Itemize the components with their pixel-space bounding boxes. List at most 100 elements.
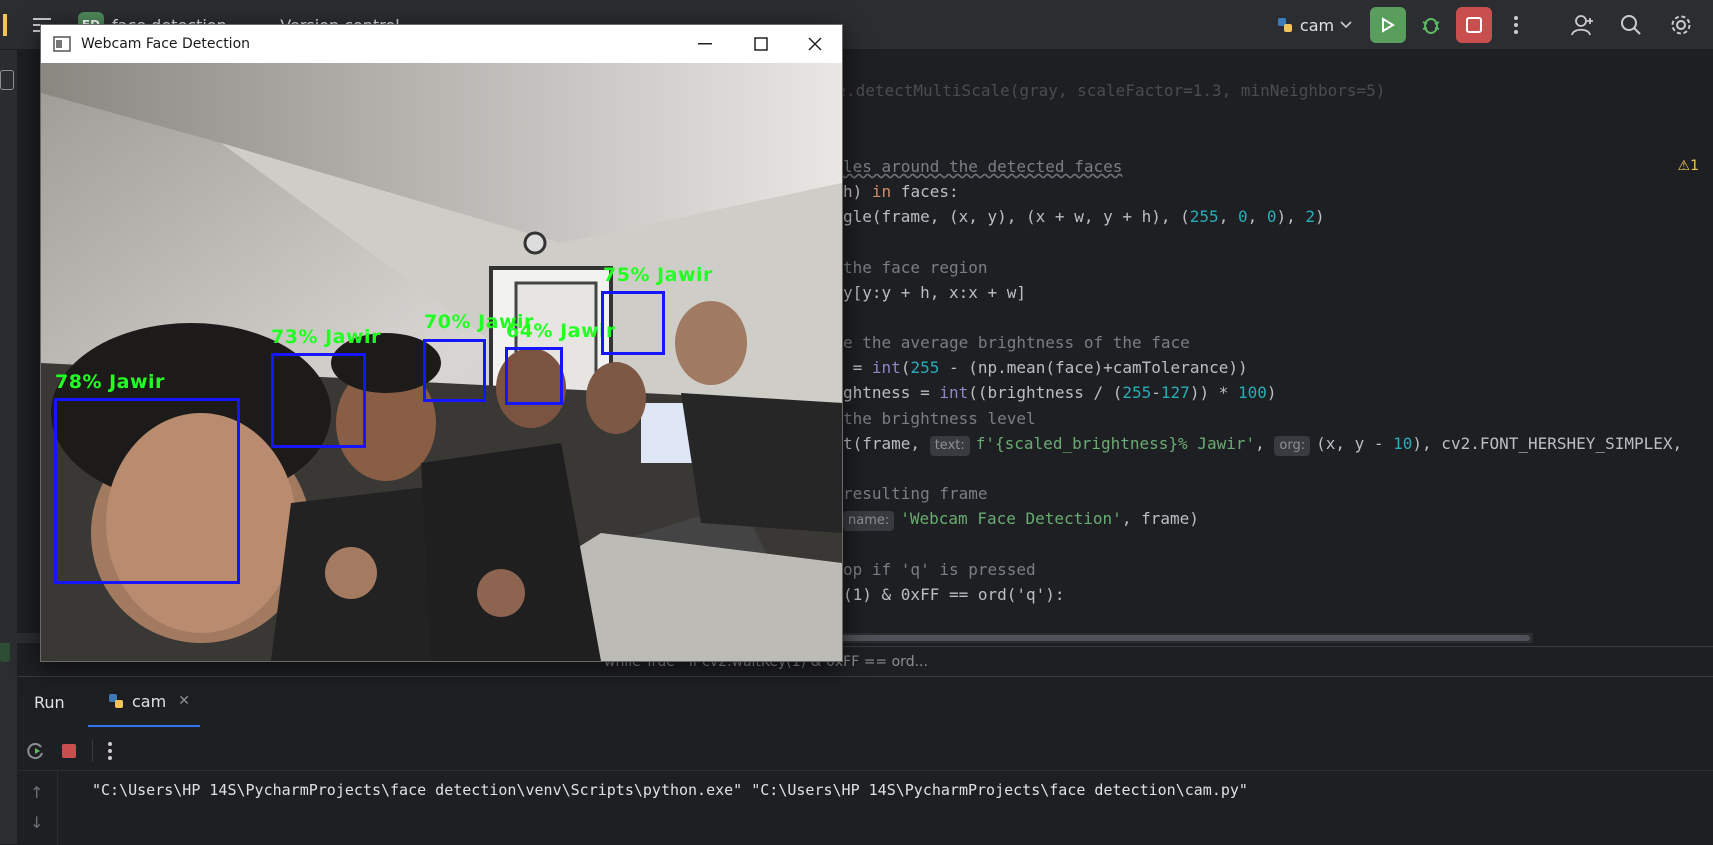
close-button[interactable] bbox=[787, 25, 843, 63]
webcam-window[interactable]: Webcam Face Detection 78% Jawir 73% Jawi… bbox=[40, 24, 843, 662]
face-brightness-label: 64% Jawir bbox=[506, 320, 616, 342]
scroll-down-arrow-icon[interactable]: ↓ bbox=[30, 813, 43, 832]
bug-icon bbox=[1422, 18, 1440, 34]
search-icon[interactable] bbox=[1616, 0, 1646, 50]
maximize-button[interactable] bbox=[733, 25, 789, 63]
face-brightness-label: 73% Jawir bbox=[271, 326, 381, 348]
code-line[interactable]: = int(255 - (np.mean(face)+camTolerance)… bbox=[843, 355, 1248, 381]
code-line[interactable]: les around the detected faces bbox=[843, 154, 1122, 180]
window-titlebar[interactable]: Webcam Face Detection bbox=[41, 25, 842, 63]
code-token: , bbox=[1255, 434, 1275, 453]
face-bounding-box bbox=[601, 291, 665, 355]
run-toolbar bbox=[18, 731, 1713, 771]
rerun-icon bbox=[1382, 17, 1395, 33]
accent-stripe bbox=[2, 0, 8, 50]
code-token: t(frame, bbox=[843, 434, 930, 453]
code-line[interactable]: name: 'Webcam Face Detection', frame) bbox=[843, 506, 1199, 532]
stop-icon bbox=[1466, 17, 1482, 33]
code-line[interactable]: ghtness = int((brightness / (255-127)) *… bbox=[843, 380, 1277, 406]
code-token: f'{scaled_brightness}% Jawir' bbox=[975, 434, 1256, 453]
run-config-selector[interactable]: cam bbox=[1272, 0, 1356, 50]
run-tool-window: Run cam ✕ ↑ ↓ "C:\Users\HP 14S\PycharmPr… bbox=[18, 676, 1713, 845]
face-bounding-box bbox=[505, 347, 563, 405]
parameter-hint: org: bbox=[1274, 436, 1311, 456]
debug-button[interactable] bbox=[1414, 0, 1448, 50]
add-user-icon[interactable] bbox=[1568, 0, 1598, 50]
face-brightness-label: 78% Jawir bbox=[55, 371, 165, 393]
code-token: les around the detected faces bbox=[843, 157, 1123, 176]
face-brightness-label: 75% Jawir bbox=[603, 264, 713, 286]
code-token: , bbox=[1247, 207, 1267, 226]
run-config-name: cam bbox=[1299, 15, 1335, 35]
console-output[interactable]: "C:\Users\HP 14S\PycharmProjects\face de… bbox=[68, 773, 1708, 843]
code-token: ( bbox=[900, 358, 911, 377]
code-line[interactable]: the brightness level bbox=[843, 406, 1036, 432]
code-token: ), bbox=[1276, 207, 1306, 226]
toolbar-divider bbox=[92, 739, 93, 762]
code-token: ) bbox=[1315, 207, 1325, 226]
code-token: int bbox=[939, 383, 969, 402]
code-token: = bbox=[843, 358, 872, 377]
code-token: 255 bbox=[1122, 383, 1152, 402]
code-token: e the average brightness of the face bbox=[843, 333, 1190, 352]
code-token: 'Webcam Face Detection' bbox=[900, 509, 1122, 528]
app-window-icon bbox=[53, 36, 71, 52]
code-line[interactable]: the face region bbox=[843, 255, 988, 281]
code-line[interactable]: h) in faces: bbox=[843, 179, 959, 205]
code-token: 2 bbox=[1305, 207, 1316, 226]
warning-count: 1 bbox=[1690, 158, 1699, 174]
code-token: 100 bbox=[1237, 383, 1267, 402]
code-token: )) * bbox=[1189, 383, 1238, 402]
code-line[interactable]: y[y:y + h, x:x + w] bbox=[843, 280, 1026, 306]
code-token: ghtness = bbox=[843, 383, 940, 402]
code-line[interactable]: resulting frame bbox=[843, 481, 988, 507]
code-line[interactable]: t(frame, text: f'{scaled_brightness}% Jaw… bbox=[843, 431, 1682, 457]
code-token: op if 'q' is pressed bbox=[843, 560, 1036, 579]
code-token: , bbox=[1218, 207, 1238, 226]
settings-gear-icon[interactable] bbox=[1666, 0, 1696, 50]
code-line[interactable]: e the average brightness of the face bbox=[843, 330, 1190, 356]
webcam-frame: 78% Jawir 73% Jawir 70% Jawir 64% Jawir 75% … bbox=[41, 63, 842, 661]
project-tool-icon[interactable] bbox=[0, 70, 14, 90]
close-tab-icon[interactable]: ✕ bbox=[178, 693, 190, 709]
left-tool-strip bbox=[0, 50, 18, 844]
scroll-up-arrow-icon[interactable]: ↑ bbox=[30, 783, 43, 802]
code-token: - bbox=[1151, 383, 1161, 402]
window-title: Webcam Face Detection bbox=[81, 36, 251, 52]
code-token: 0 bbox=[1237, 207, 1248, 226]
python-icon bbox=[1277, 18, 1292, 32]
code-token: 255 bbox=[1189, 207, 1219, 226]
rerun-button[interactable] bbox=[1369, 0, 1407, 50]
code-token: - (np.mean(face)+camTolerance)) bbox=[939, 358, 1248, 377]
tab-cam[interactable]: cam ✕ bbox=[88, 677, 200, 727]
code-token: 10 bbox=[1393, 434, 1413, 453]
minimize-button[interactable] bbox=[677, 25, 733, 63]
python-icon bbox=[109, 694, 123, 708]
code-token: h) bbox=[843, 182, 872, 201]
code-token: ), cv2.FONT_HERSHEY_SIMPLEX, bbox=[1412, 434, 1683, 453]
chevron-down-icon bbox=[1340, 21, 1352, 29]
face-bounding-box bbox=[271, 353, 366, 448]
run-panel-title: Run bbox=[34, 692, 65, 712]
run-tool-icon[interactable] bbox=[0, 640, 10, 662]
code-line[interactable]: gle(frame, (x, y), (x + w, y + h), (255,… bbox=[843, 204, 1325, 230]
rerun-icon[interactable] bbox=[26, 741, 46, 761]
code-token: resulting frame bbox=[843, 484, 988, 503]
face-bounding-box bbox=[54, 398, 240, 584]
stop-icon[interactable] bbox=[60, 742, 78, 760]
stop-button[interactable] bbox=[1455, 0, 1493, 50]
tab-cam-label: cam bbox=[132, 691, 167, 711]
code-token: (x, y - bbox=[1316, 434, 1394, 453]
code-token: , frame) bbox=[1121, 509, 1199, 528]
warning-indicator[interactable]: ⚠1 bbox=[1678, 158, 1699, 174]
code-token: y[y:y + h, x:x + w] bbox=[843, 283, 1027, 302]
code-token: the brightness level bbox=[843, 409, 1036, 428]
more-actions-icon[interactable] bbox=[1505, 0, 1527, 50]
code-token: ((brightness / ( bbox=[968, 383, 1123, 402]
code-token: 255 bbox=[910, 358, 940, 377]
more-options-icon[interactable] bbox=[107, 741, 113, 760]
code-line[interactable]: op if 'q' is pressed bbox=[843, 557, 1036, 583]
code-token: 127 bbox=[1160, 383, 1190, 402]
code-line[interactable]: (1) & 0xFF == ord('q'): bbox=[843, 582, 1065, 608]
code-token: gle(frame, (x, y), (x + w, y + h), ( bbox=[843, 207, 1190, 226]
